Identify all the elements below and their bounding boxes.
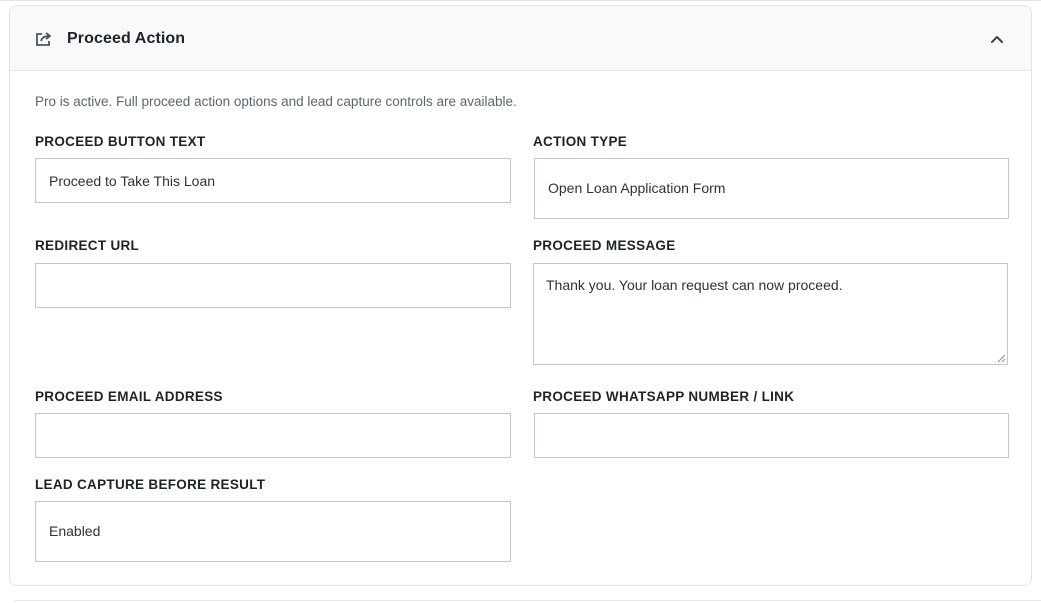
redirect-url-input[interactable]: [35, 263, 511, 308]
top-divider: [0, 0, 1041, 1]
proceed-button-text-input[interactable]: Proceed to Take This Loan: [35, 158, 511, 203]
proceed-whatsapp-label: PROCEED WHATSAPP NUMBER / LINK: [533, 389, 795, 404]
lead-capture-label: LEAD CAPTURE BEFORE RESULT: [35, 477, 266, 492]
proceed-email-input[interactable]: [35, 413, 511, 458]
proceed-whatsapp-input[interactable]: [534, 413, 1009, 458]
resize-handle-icon[interactable]: [996, 353, 1006, 363]
share-export-icon: [36, 32, 51, 46]
lead-capture-select[interactable]: Enabled: [35, 501, 511, 562]
redirect-url-label: REDIRECT URL: [35, 238, 140, 253]
proceed-message-label: PROCEED MESSAGE: [533, 238, 676, 253]
action-type-value: Open Loan Application Form: [548, 180, 726, 196]
proceed-email-label: PROCEED EMAIL ADDRESS: [35, 389, 223, 404]
proceed-message-value: Thank you. Your loan request can now pro…: [546, 277, 843, 293]
proceed-button-text-value: Proceed to Take This Loan: [49, 173, 216, 189]
pro-status-notice: Pro is active. Full proceed action optio…: [35, 94, 517, 109]
panel-header[interactable]: Proceed Action: [10, 6, 1031, 71]
bottom-divider: [14, 600, 1041, 601]
proceed-action-panel: Proceed Action Pro is active. Full proce…: [9, 5, 1032, 586]
action-type-select[interactable]: Open Loan Application Form: [534, 158, 1009, 219]
lead-capture-value: Enabled: [49, 523, 101, 539]
panel-title: Proceed Action: [67, 30, 186, 47]
proceed-button-text-label: PROCEED BUTTON TEXT: [35, 134, 206, 149]
chevron-up-icon[interactable]: [987, 31, 1007, 47]
proceed-message-textarea[interactable]: Thank you. Your loan request can now pro…: [533, 263, 1008, 365]
action-type-label: ACTION TYPE: [533, 134, 628, 149]
